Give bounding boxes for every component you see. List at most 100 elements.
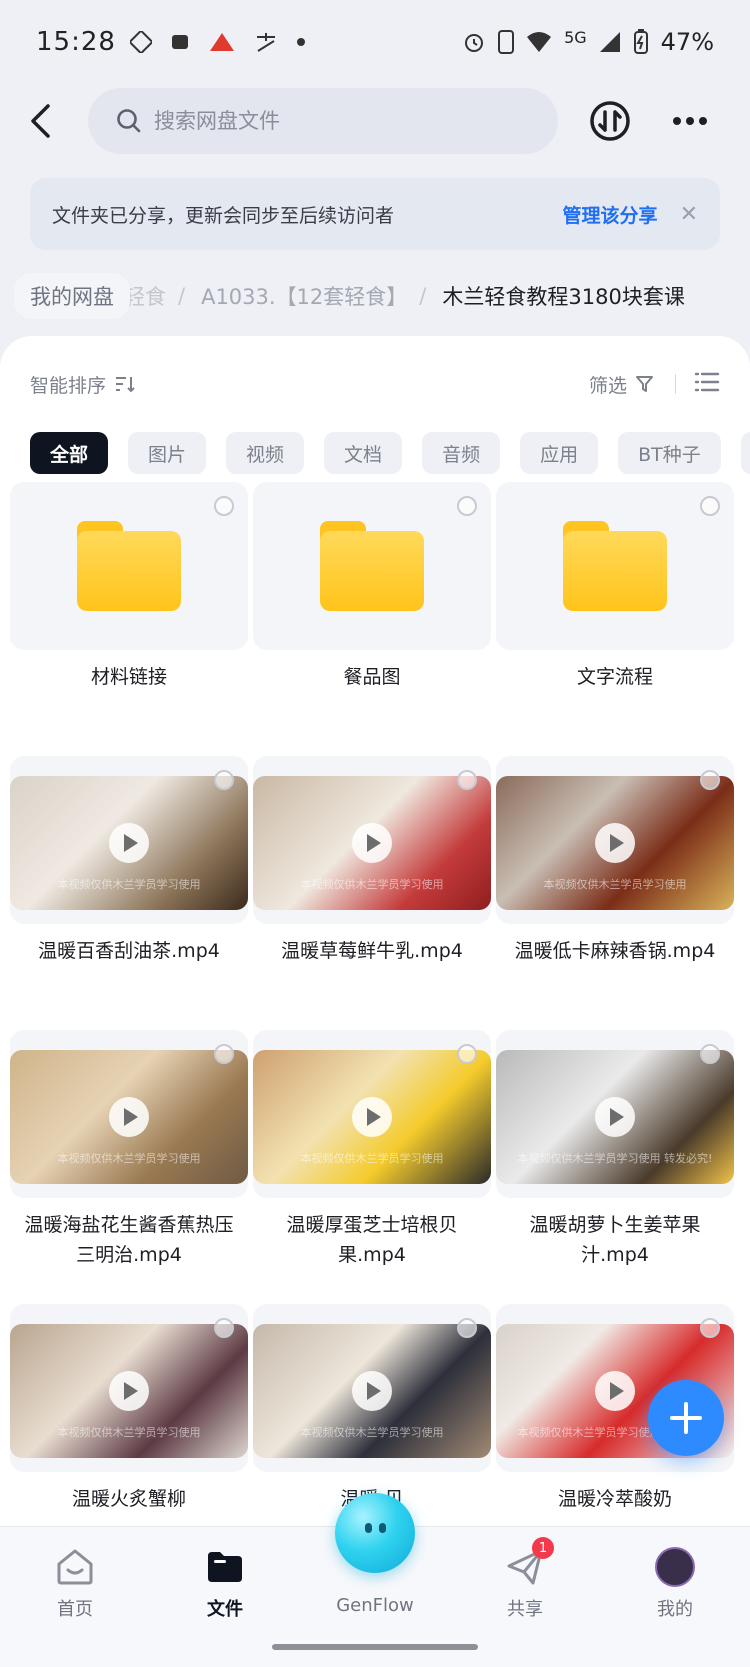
play-icon	[109, 1097, 149, 1137]
close-icon[interactable]: ✕	[680, 202, 698, 227]
file-name: 温暖百香刮油茶.mp4	[38, 940, 220, 962]
breadcrumb-item[interactable]: A1033.【12套轻食】	[201, 281, 407, 311]
select-checkbox[interactable]	[457, 770, 477, 790]
wifi-icon	[527, 32, 552, 52]
select-checkbox[interactable]	[214, 496, 234, 516]
nav-label: 文件	[207, 1599, 243, 1620]
alarm-icon	[465, 34, 484, 52]
filter-icon	[636, 376, 653, 392]
chevron-left-icon	[31, 104, 50, 138]
file-grid: 材料链接 餐品图 文字流程 本视频仅供木兰学员学习使用 温暖百香刮油茶.mp4 …	[10, 482, 750, 1526]
play-icon	[595, 1371, 635, 1411]
breadcrumb-current: 木兰轻食教程3180块套课	[442, 285, 685, 309]
play-icon	[352, 1097, 392, 1137]
folder-thumbnail	[253, 482, 491, 650]
select-checkbox[interactable]	[214, 1318, 234, 1338]
sort-icon	[116, 377, 135, 393]
tab-videos[interactable]: 视频	[226, 432, 305, 474]
video-item[interactable]: 本视频仅供木兰学员学习使用 温暖草莓鲜牛乳.mp4	[253, 756, 491, 1030]
nav-label: 共享	[507, 1599, 543, 1620]
video-thumbnail: 本视频仅供木兰学员学习使用	[10, 756, 248, 924]
mail-icon	[171, 35, 188, 49]
nav-label: GenFlow	[336, 1595, 414, 1616]
sort-label: 智能排序	[30, 374, 107, 397]
avatar-icon	[653, 1545, 697, 1589]
nav-label: 首页	[57, 1599, 93, 1620]
video-watermark: 本视频仅供木兰学员学习使用	[57, 878, 201, 891]
nav-home[interactable]: 首页	[0, 1527, 150, 1667]
folder-item[interactable]: 材料链接	[10, 482, 248, 756]
tab-images[interactable]: 图片	[128, 432, 207, 474]
home-icon	[53, 1545, 97, 1589]
select-checkbox[interactable]	[214, 770, 234, 790]
play-icon	[595, 1097, 635, 1137]
dot-icon	[296, 38, 305, 46]
folder-item[interactable]: 餐品图	[253, 482, 491, 756]
select-checkbox[interactable]	[214, 1044, 234, 1064]
video-item[interactable]: 本视频仅供木兰学员学习使用 温暖低卡麻辣香锅.mp4	[496, 756, 734, 1030]
app-logo-icon	[209, 33, 234, 51]
add-button[interactable]	[648, 1380, 724, 1456]
select-checkbox[interactable]	[700, 1044, 720, 1064]
play-icon	[109, 1371, 149, 1411]
search-bar[interactable]	[88, 88, 558, 154]
hd-icon	[498, 30, 515, 54]
home-indicator[interactable]	[272, 1644, 478, 1650]
play-icon	[352, 1371, 392, 1411]
tab-bt-torrents[interactable]: BT种子	[618, 432, 721, 474]
select-checkbox[interactable]	[700, 1318, 720, 1338]
transfer-button[interactable]	[580, 91, 640, 151]
video-watermark: 本视频仅供木兰学员学习使用	[57, 1152, 201, 1165]
select-checkbox[interactable]	[700, 770, 720, 790]
file-list-panel: 智能排序 筛选 全部 图片 视频 文档 音频 应用 BT种子 其他 材料链接	[0, 336, 750, 1526]
nav-label: 我的	[657, 1599, 693, 1620]
video-watermark: 本视频仅供木兰学员学习使用	[300, 1152, 444, 1165]
divider	[675, 374, 676, 394]
folder-icon	[203, 1545, 247, 1589]
file-name: 温暖草莓鲜牛乳.mp4	[281, 940, 463, 962]
genflow-orb-icon	[335, 1493, 415, 1573]
orb-eye	[379, 1523, 386, 1533]
breadcrumb-separator: /	[419, 284, 427, 308]
breadcrumb-item[interactable]: 轻食	[124, 281, 166, 311]
video-item[interactable]: 本视频仅供木兰学员学习使用 温暖百香刮油茶.mp4	[10, 756, 248, 1030]
top-toolbar	[0, 86, 750, 156]
nav-profile[interactable]: 我的	[600, 1527, 750, 1667]
tab-audio[interactable]: 音频	[422, 432, 501, 474]
video-item[interactable]: 本视频仅供木兰学员学习使用 温暖火炙蟹柳	[10, 1304, 248, 1526]
video-item[interactable]: 本视频仅供木兰学员学习使用 温暖海盐花生酱香蕉热压三明治.mp4	[10, 1030, 248, 1304]
share-notice-banner: 文件夹已分享，更新会同步至后续访问者 管理该分享 ✕	[30, 178, 720, 250]
select-checkbox[interactable]	[457, 1318, 477, 1338]
file-name: 温暖火炙蟹柳	[71, 1488, 186, 1510]
back-button[interactable]	[0, 86, 80, 156]
video-preview-image: 本视频仅供木兰学员学习使用	[253, 1050, 491, 1184]
signal-icon	[599, 32, 620, 52]
tab-apps[interactable]: 应用	[520, 432, 599, 474]
video-preview-image: 本视频仅供木兰学员学习使用	[496, 776, 734, 910]
select-checkbox[interactable]	[700, 496, 720, 516]
folder-item[interactable]: 文字流程	[496, 482, 734, 756]
tab-other[interactable]: 其他	[740, 432, 750, 474]
plus-icon	[670, 1402, 702, 1434]
breadcrumb-root[interactable]: 我的网盘	[14, 273, 130, 319]
select-checkbox[interactable]	[457, 496, 477, 516]
video-watermark: 本视频仅供木兰学员学习使用	[57, 1426, 201, 1439]
video-preview-image: 本视频仅供木兰学员学习使用	[253, 776, 491, 910]
folder-icon	[77, 521, 181, 611]
file-name: 温暖厚蛋芝士培根贝果.mp4	[286, 1214, 458, 1266]
smart-sort-button[interactable]: 智能排序	[30, 371, 136, 398]
video-thumbnail: 本视频仅供木兰学员学习使用 转发必究!	[496, 1030, 734, 1198]
video-thumbnail: 本视频仅供木兰学员学习使用	[253, 1304, 491, 1472]
manage-share-link[interactable]: 管理该分享	[563, 201, 658, 228]
search-input[interactable]	[154, 109, 514, 133]
tab-documents[interactable]: 文档	[324, 432, 403, 474]
list-view-button[interactable]	[694, 371, 720, 398]
more-options-button[interactable]	[660, 91, 720, 151]
filter-button[interactable]: 筛选	[589, 371, 657, 398]
video-item[interactable]: 本视频仅供木兰学员学习使用 温暖厚蛋芝士培根贝果.mp4	[253, 1030, 491, 1304]
status-time: 15:28	[36, 27, 116, 57]
tab-all[interactable]: 全部	[30, 432, 109, 474]
file-name: 温暖胡萝卜生姜苹果汁.mp4	[529, 1214, 701, 1266]
select-checkbox[interactable]	[457, 1044, 477, 1064]
video-item[interactable]: 本视频仅供木兰学员学习使用 转发必究! 温暖胡萝卜生姜苹果汁.mp4	[496, 1030, 734, 1304]
